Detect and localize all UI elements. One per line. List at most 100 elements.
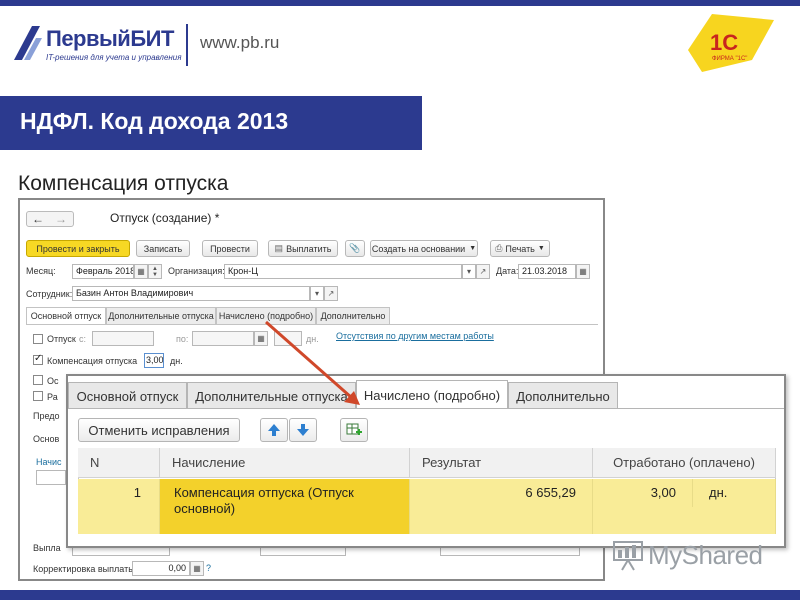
to-calendar-icon[interactable]: ▦ bbox=[254, 331, 268, 346]
truncated-label-3: Предо bbox=[33, 411, 60, 421]
table-row-unit[interactable]: дн. bbox=[693, 479, 776, 507]
create-based-on-button[interactable]: Создать на основании ▼ bbox=[370, 240, 478, 257]
organization-open-icon[interactable]: ↗ bbox=[476, 264, 490, 279]
header-divider bbox=[186, 24, 188, 66]
table-row-result-blank bbox=[410, 507, 593, 534]
svg-text:1С: 1С bbox=[710, 30, 738, 55]
table-add-icon bbox=[346, 423, 362, 435]
calendar-icon[interactable]: ▦ bbox=[134, 264, 148, 279]
to-field[interactable] bbox=[192, 331, 254, 346]
column-header-result[interactable]: Результат bbox=[410, 448, 593, 478]
organization-dropdown-icon[interactable]: ▾ bbox=[462, 264, 476, 279]
table-row-accrual[interactable]: Компенсация отпуска (Отпуск основной) bbox=[160, 479, 410, 534]
truncated-field[interactable] bbox=[36, 470, 66, 485]
date-field[interactable]: 21.03.2018 bbox=[518, 264, 576, 279]
print-button[interactable]: ⎙ Печать ▼ bbox=[490, 240, 550, 257]
payment-correction-label: Корректировка выплаты: bbox=[33, 564, 138, 574]
truncated-label-5: Начис bbox=[36, 457, 62, 467]
compensation-checkbox[interactable] bbox=[33, 353, 43, 365]
employee-open-icon[interactable]: ↗ bbox=[324, 286, 338, 301]
slide-title: НДФЛ. Код дохода 2013 bbox=[20, 108, 289, 134]
truncated-label-2: Ра bbox=[47, 392, 58, 402]
forward-arrow-icon[interactable]: → bbox=[55, 212, 67, 226]
back-arrow-icon[interactable]: ← bbox=[32, 212, 44, 226]
compensation-label: Компенсация отпуска bbox=[47, 356, 138, 366]
website-url: www.pb.ru bbox=[200, 33, 280, 52]
employee-label: Сотрудник: bbox=[26, 289, 73, 299]
compensation-days-field[interactable]: 3,00 bbox=[144, 353, 164, 368]
brand-name: ПервыйБИТ bbox=[46, 26, 174, 51]
month-field[interactable]: Февраль 2018 bbox=[72, 264, 134, 279]
dropdown-arrow-icon: ▼ bbox=[469, 245, 477, 252]
pay-button[interactable]: ▤ Выплатить bbox=[268, 240, 338, 257]
column-header-worked[interactable]: Отработано (оплачено) bbox=[593, 448, 776, 478]
absence-other-link[interactable]: Отсутствия по другим местам работы bbox=[336, 331, 494, 341]
tab-additional-vacations[interactable]: Дополнительные отпуска bbox=[106, 307, 216, 324]
table-row-n[interactable]: 1 bbox=[78, 479, 160, 534]
bottom-bar bbox=[0, 590, 800, 600]
cancel-corrections-button[interactable]: Отменить исправления bbox=[78, 418, 240, 442]
zoom-tab-additional[interactable]: Дополнительно bbox=[508, 382, 618, 409]
1c-badge-icon: 1С ФИРМА "1С" bbox=[688, 14, 774, 72]
compensation-days-suffix: дн. bbox=[170, 356, 183, 366]
checkbox-4[interactable] bbox=[33, 391, 43, 401]
arrow-up-icon bbox=[268, 424, 280, 436]
column-header-n[interactable]: N bbox=[78, 448, 160, 478]
help-icon[interactable]: ? bbox=[206, 563, 211, 573]
from-field[interactable] bbox=[92, 331, 154, 346]
truncated-label-4: Основ bbox=[33, 434, 60, 444]
slide-subtitle: Компенсация отпуска bbox=[18, 172, 229, 195]
employee-dropdown-icon[interactable]: ▾ bbox=[310, 286, 324, 301]
pay-label: Выплатить bbox=[286, 243, 332, 254]
vacation-label: Отпуск bbox=[47, 334, 76, 344]
checkbox-3[interactable] bbox=[33, 375, 43, 385]
tab-main-vacation[interactable]: Основной отпуск bbox=[26, 307, 106, 324]
organization-field[interactable]: Крон-Ц bbox=[224, 264, 462, 279]
zoom-tab-main-vacation[interactable]: Основной отпуск bbox=[68, 382, 187, 409]
table-row-worked[interactable]: 3,00 bbox=[593, 479, 693, 507]
days-field[interactable] bbox=[274, 331, 302, 346]
tab-divider bbox=[26, 324, 598, 325]
dropdown-arrow-icon: ▼ bbox=[537, 245, 545, 252]
table-row-result[interactable]: 6 655,29 bbox=[410, 479, 593, 507]
attach-button[interactable]: 📎 bbox=[345, 240, 365, 257]
pay-icon: ▤ bbox=[274, 243, 284, 253]
nav-back-forward[interactable]: ← → bbox=[26, 211, 74, 227]
tab-additional[interactable]: Дополнительно bbox=[316, 307, 390, 324]
truncated-label-1: Ос bbox=[47, 376, 59, 386]
move-down-button[interactable] bbox=[289, 418, 317, 442]
zoom-tab-accrued-detailed[interactable]: Начислено (подробно) bbox=[356, 380, 508, 409]
add-row-button[interactable] bbox=[340, 418, 368, 442]
zoom-tab-divider bbox=[68, 408, 784, 409]
to-label: по: bbox=[176, 334, 189, 344]
post-button[interactable]: Провести bbox=[202, 240, 258, 257]
watermark-logo-icon bbox=[613, 541, 643, 571]
employee-field[interactable]: Базин Антон Владимирович bbox=[72, 286, 310, 301]
zoom-tab-additional-vacations[interactable]: Дополнительные отпуска bbox=[187, 382, 356, 409]
payment-correction-field[interactable]: 0,00 bbox=[132, 561, 190, 576]
from-label: с: bbox=[79, 334, 87, 344]
post-and-close-button[interactable]: Провести и закрыть bbox=[26, 240, 130, 257]
save-button[interactable]: Записать bbox=[136, 240, 190, 257]
organization-label: Организация: bbox=[168, 266, 225, 276]
correction-calc-icon[interactable]: ▦ bbox=[190, 561, 204, 576]
column-header-accrual[interactable]: Начисление bbox=[160, 448, 410, 478]
vacation-checkbox[interactable] bbox=[33, 334, 43, 344]
month-stepper[interactable]: ▲ ▼ bbox=[148, 264, 162, 279]
table-row-worked-blank bbox=[593, 507, 776, 534]
printer-icon: ⎙ bbox=[495, 243, 503, 253]
move-up-button[interactable] bbox=[260, 418, 288, 442]
brand-logo-icon bbox=[14, 26, 42, 60]
window-title: Отпуск (создание) * bbox=[110, 211, 220, 225]
truncated-label-6: Выпла bbox=[33, 543, 61, 553]
watermark-text: MyShared bbox=[648, 540, 763, 570]
paperclip-icon: 📎 bbox=[349, 243, 361, 253]
tab-accrued-detailed[interactable]: Начислено (подробно) bbox=[216, 307, 316, 324]
brand-tagline: IT-решения для учета и управления bbox=[46, 53, 182, 62]
svg-text:ФИРМА "1С": ФИРМА "1С" bbox=[712, 56, 747, 62]
date-label: Дата: bbox=[496, 266, 519, 276]
arrow-down-icon bbox=[297, 424, 309, 436]
print-label: Печать bbox=[505, 243, 535, 254]
days-suffix: дн. bbox=[306, 334, 319, 344]
date-calendar-icon[interactable]: ▦ bbox=[576, 264, 590, 279]
